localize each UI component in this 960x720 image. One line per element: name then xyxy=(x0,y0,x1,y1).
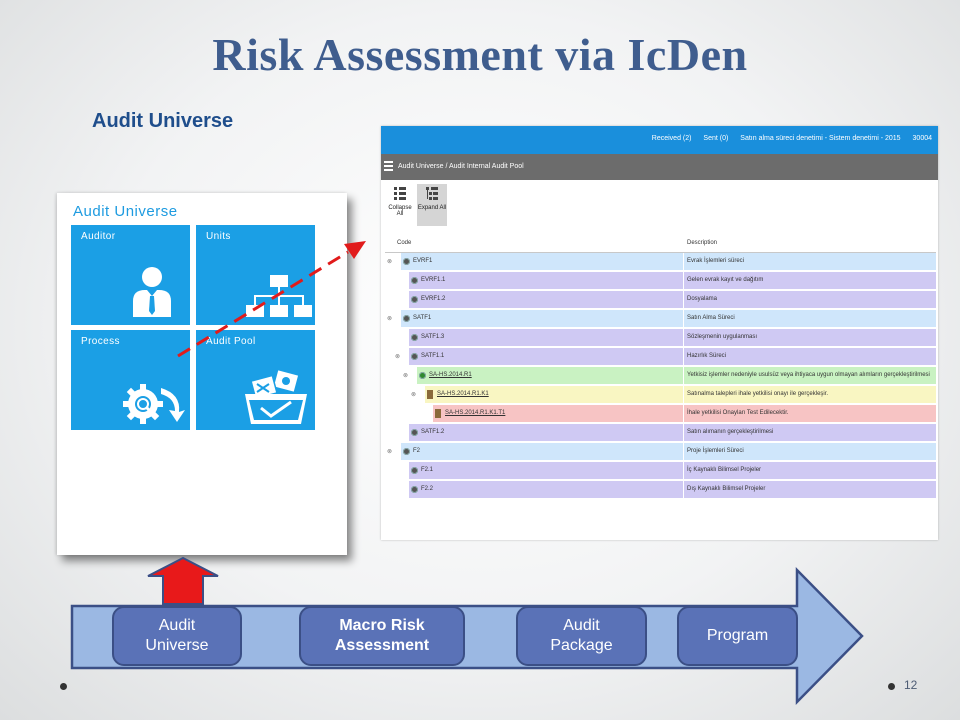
footer-dot-left xyxy=(60,683,67,690)
dashed-pointer-arrow xyxy=(177,241,366,358)
footer-dot-right xyxy=(888,683,895,690)
page-number: 12 xyxy=(904,678,918,692)
